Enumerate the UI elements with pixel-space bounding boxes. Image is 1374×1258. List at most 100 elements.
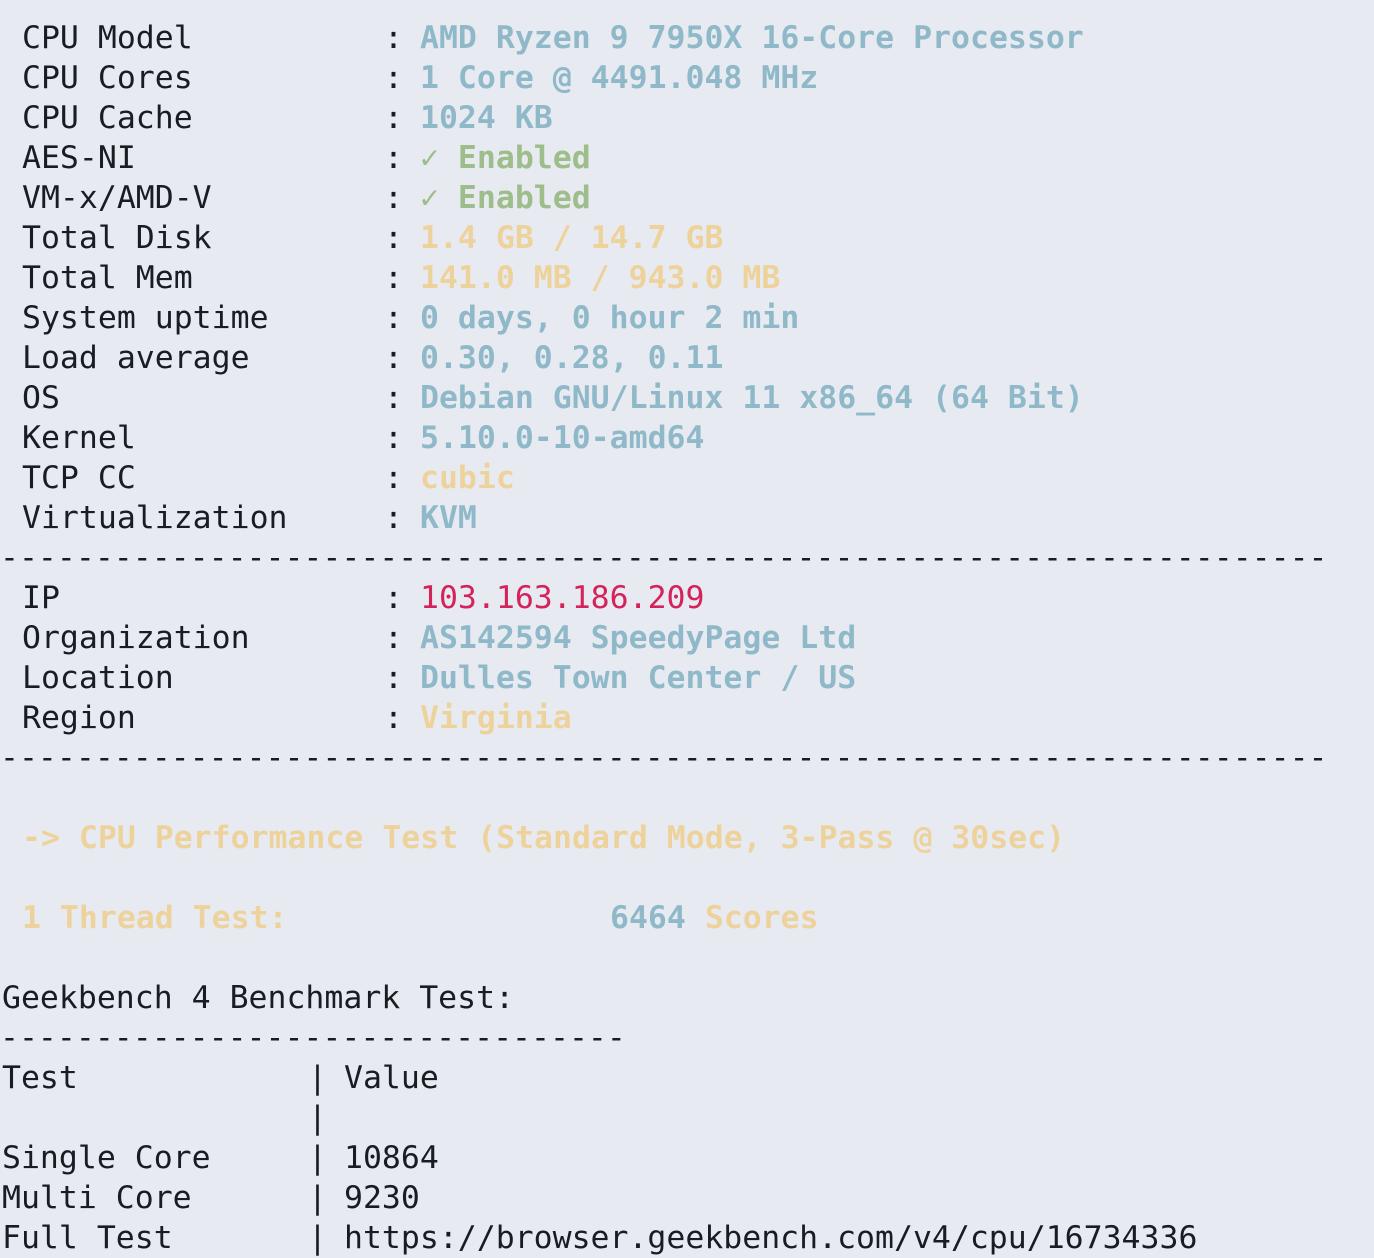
info-colon: :	[384, 500, 403, 536]
info-value: 0.30, 0.28, 0.11	[420, 340, 724, 376]
info-row-total-mem: Total Mem:141.0 MB / 943.0 MB	[0, 258, 1374, 298]
network-info-block: IP:103.163.186.209 Organization: AS142594 …	[0, 578, 1374, 738]
info-label: Load average	[22, 340, 250, 376]
info-label: Organization	[22, 620, 250, 656]
info-colon: :	[384, 140, 403, 176]
info-row-tcp-cc: TCP CC: cubic	[0, 458, 1374, 498]
geekbench-row: Single Core | 10864	[0, 1138, 1374, 1178]
geekbench-pipe: |	[308, 1220, 327, 1256]
info-row-load-average: Load average:0.30, 0.28, 0.11	[0, 338, 1374, 378]
geekbench-test-name: Single Core	[2, 1140, 211, 1176]
info-value: cubic	[420, 460, 515, 496]
info-colon: :	[384, 580, 403, 616]
info-row-system-uptime: System uptime:0 days, 0 hour 2 min	[0, 298, 1374, 338]
info-colon: :	[384, 380, 403, 416]
info-label: Region	[22, 700, 136, 736]
geekbench-separator-row: ---------------------------------	[0, 1018, 1374, 1058]
info-label: CPU Cache	[22, 100, 193, 136]
info-label: VM-x/AMD-V	[22, 180, 212, 216]
info-value: 0 days, 0 hour 2 min	[420, 300, 800, 336]
info-colon: :	[384, 660, 403, 696]
geekbench-test-value: https://browser.geekbench.com/v4/cpu/167…	[344, 1220, 1198, 1256]
info-row-cpu-model: CPU Model: AMD Ryzen 9 7950X 16-Core Proc…	[0, 18, 1374, 58]
geekbench-test-value: 9230	[344, 1180, 420, 1216]
info-label: Location	[22, 660, 174, 696]
info-value: AMD Ryzen 9 7950X 16-Core Processor	[420, 20, 1084, 56]
info-colon: :	[384, 20, 403, 56]
info-row-location: Location: Dulles Town Center / US	[0, 658, 1374, 698]
info-row-aes-ni: AES-NI: ✓ Enabled	[0, 138, 1374, 178]
info-colon: :	[384, 100, 403, 136]
separator-line: ----------------------------------------…	[0, 738, 1374, 778]
info-row-virtualization: Virtualization: KVM	[0, 498, 1374, 538]
info-value: Debian GNU/Linux 11 x86_64 (64 Bit)	[420, 380, 1084, 416]
geekbench-header-value: Value	[344, 1060, 439, 1096]
info-colon: :	[384, 420, 403, 456]
info-value: 5.10.0-10-amd64	[420, 420, 705, 456]
info-value: ✓ Enabled	[420, 140, 591, 176]
geekbench-row: |	[0, 1098, 1374, 1138]
geekbench-title: Geekbench 4 Benchmark Test:	[2, 980, 515, 1016]
info-colon: :	[384, 60, 403, 96]
geekbench-pipe: |	[308, 1180, 327, 1216]
info-colon: :	[384, 260, 403, 296]
info-label: System uptime	[22, 300, 269, 336]
thread-test-row: 1 Thread Test: 6464 Scores	[0, 898, 1374, 938]
geekbench-test-name: Multi Core	[2, 1180, 192, 1216]
geekbench-separator: ---------------------------------	[0, 1020, 626, 1056]
cpu-test-title: -> CPU Performance Test (Standard Mode, …	[22, 820, 1066, 856]
info-row-region: Region: Virginia	[0, 698, 1374, 738]
geekbench-header-row: Test | Value	[0, 1058, 1374, 1098]
info-row-cpu-cache: CPU Cache:1024 KB	[0, 98, 1374, 138]
info-label: IP	[22, 580, 60, 616]
info-row-ip: IP:103.163.186.209	[0, 578, 1374, 618]
info-value: 1024 KB	[420, 100, 553, 136]
info-row-cpu-cores: CPU Cores:1 Core @ 4491.048 MHz	[0, 58, 1374, 98]
geekbench-header-test: Test	[2, 1060, 78, 1096]
info-colon: :	[384, 300, 403, 336]
info-value: 1.4 GB / 14.7 GB	[420, 220, 724, 256]
info-colon: :	[384, 340, 403, 376]
info-label: OS	[22, 380, 60, 416]
thread-score-unit: Scores	[704, 900, 819, 936]
geekbench-row: Full Test | https://browser.geekbench.com/…	[0, 1218, 1374, 1258]
geekbench-pipe: |	[308, 1060, 327, 1096]
info-value: Dulles Town Center / US	[420, 660, 857, 696]
cpu-test-title-row: -> CPU Performance Test (Standard Mode, …	[0, 818, 1374, 858]
thread-score-value: 6464	[610, 900, 686, 936]
info-colon: :	[384, 620, 403, 656]
geekbench-row: Multi Core | 9230	[0, 1178, 1374, 1218]
info-row-kernel: Kernel:5.10.0-10-amd64	[0, 418, 1374, 458]
info-label: TCP CC	[22, 460, 136, 496]
info-value: 103.163.186.209	[420, 580, 705, 616]
geekbench-test-value: 10864	[344, 1140, 439, 1176]
info-label: Kernel	[22, 420, 136, 456]
info-colon: :	[384, 220, 403, 256]
info-value: ✓ Enabled	[420, 180, 591, 216]
info-row-total-disk: Total Disk:1.4 GB / 14.7 GB	[0, 218, 1374, 258]
terminal-output: CPU Model: AMD Ryzen 9 7950X 16-Core Proc…	[0, 18, 1374, 1258]
thread-test-score: 6464 Scores	[610, 898, 819, 938]
info-label: Virtualization	[22, 500, 288, 536]
info-label: CPU Model	[22, 20, 193, 56]
info-value: AS142594 SpeedyPage Ltd	[420, 620, 857, 656]
geekbench-test-name: Full Test	[2, 1220, 173, 1256]
info-label: Total Mem	[22, 260, 193, 296]
info-value: KVM	[420, 500, 477, 536]
geekbench-title-row: Geekbench 4 Benchmark Test:	[0, 978, 1374, 1018]
info-row-os: OS: Debian GNU/Linux 11 x86_64 (64 Bit)	[0, 378, 1374, 418]
geekbench-pipe: |	[308, 1100, 327, 1136]
info-label: CPU Cores	[22, 60, 193, 96]
info-value: Virginia	[420, 700, 572, 736]
geekbench-table-body: | Single Core | 10864 Multi Core | 9230 Full Te…	[0, 1098, 1374, 1258]
geekbench-pipe: |	[308, 1140, 327, 1176]
info-colon: :	[384, 460, 403, 496]
info-value: 141.0 MB / 943.0 MB	[420, 260, 781, 296]
info-value: 1 Core @ 4491.048 MHz	[420, 60, 819, 96]
thread-test-label: 1 Thread Test:	[22, 900, 288, 936]
separator-text: ----------------------------------------…	[0, 540, 1328, 576]
separator-line: ----------------------------------------…	[0, 538, 1374, 578]
